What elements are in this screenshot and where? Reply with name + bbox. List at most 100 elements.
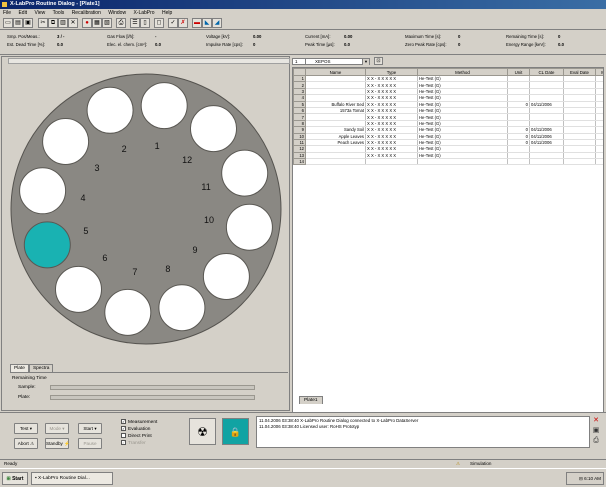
standby-button-label: Standby <box>46 441 63 446</box>
start-button[interactable]: Start ▾ <box>78 423 102 434</box>
stop-icon[interactable]: ● <box>82 18 92 28</box>
table-cell[interactable] <box>365 158 418 166</box>
info-value: 0 <box>458 34 461 39</box>
sample-well-3[interactable] <box>42 118 90 165</box>
info-value: 0 <box>253 42 256 47</box>
sample-well-6[interactable] <box>55 265 102 313</box>
table-cell[interactable] <box>417 158 508 166</box>
sample-well-7[interactable] <box>104 288 152 336</box>
new-icon[interactable]: ▭ <box>3 18 13 28</box>
column-header[interactable]: CL Date <box>529 68 564 76</box>
sample-well-11[interactable] <box>221 149 269 197</box>
table-cell[interactable] <box>507 158 530 166</box>
column-header[interactable]: Name <box>305 68 366 76</box>
table-icon[interactable]: ▦ <box>92 18 102 28</box>
save-icon[interactable]: ▣ <box>23 18 33 28</box>
chevron-down-icon[interactable]: ▼ <box>362 59 369 65</box>
toolbar: ▭ ▤ ▣ ✂ ⧉ ▥ ✕ ● ▦ ▧ ⎙ ☰ ▯ ◻ ✓ ✗ ▬ ◣ ◢ <box>0 17 606 30</box>
spectrum-icon[interactable]: ◣ <box>202 18 212 28</box>
control-panel: Test ▾ Mode ▾ Start ▾ Abort ⚠ Standby ⚡ … <box>0 412 606 459</box>
menu-tools[interactable]: Tools <box>50 9 68 17</box>
sample-progress-bar <box>50 385 255 390</box>
paste-icon[interactable]: ▥ <box>58 18 68 28</box>
column-header[interactable]: Eval Date <box>563 68 596 76</box>
info-value: 0.0 <box>155 42 161 47</box>
sample-well-12[interactable] <box>190 105 237 153</box>
grid-icon[interactable]: ▧ <box>102 18 112 28</box>
menu-xlabpro[interactable]: X-LabPro <box>130 9 157 17</box>
status-bar: Ready ⚠ Simulation <box>0 459 606 467</box>
copy-icon[interactable]: ⧉ <box>48 18 58 28</box>
window-icon[interactable]: ◻ <box>154 18 164 28</box>
sample-well-4[interactable] <box>19 167 67 215</box>
test-button[interactable]: Test ▾ <box>14 423 38 434</box>
column-header[interactable]: Unit <box>507 68 530 76</box>
column-header[interactable]: Type <box>365 68 418 76</box>
chart-icon[interactable]: ▬ <box>192 18 202 28</box>
column-header[interactable]: Meas. Ti <box>595 68 603 76</box>
lock-button[interactable]: 🔒 <box>222 418 249 445</box>
menu-view[interactable]: View <box>31 9 48 17</box>
remaining-time-group: Remaining Time Sample: Plate: <box>10 372 288 406</box>
standby-button[interactable]: Standby ⚡ <box>45 438 70 449</box>
info-value: 0.00 <box>253 34 262 39</box>
mode-button[interactable]: Mode ▾ <box>45 423 69 434</box>
table-cell[interactable] <box>563 158 596 166</box>
row-header[interactable]: 14 <box>293 158 306 166</box>
method-select[interactable]: 1 XEPOS ▼ <box>292 58 370 65</box>
direct-print-checkbox[interactable]: Direct Print <box>121 433 152 440</box>
sample-well-8[interactable] <box>158 284 206 332</box>
network-icon[interactable]: ⊟ <box>579 476 583 481</box>
tab-plate1[interactable]: Plate1 <box>299 396 323 404</box>
cut-icon[interactable]: ✂ <box>38 18 48 28</box>
log-line: 11.04.2006 03:38:40 Licensed user: RoHS … <box>259 423 360 429</box>
list-icon[interactable]: ☰ <box>130 18 140 28</box>
sample-well-1[interactable] <box>140 82 188 130</box>
status-simulation: Simulation <box>470 461 492 466</box>
info-value: 0 <box>458 42 461 47</box>
column-header[interactable]: Method <box>417 68 508 76</box>
print-icon[interactable]: ⎙ <box>116 18 126 28</box>
abort-button[interactable]: Abort ⚠ <box>14 438 38 449</box>
menu-help[interactable]: Help <box>159 9 175 17</box>
sample-well-9[interactable] <box>202 253 250 300</box>
table-cell[interactable] <box>529 158 564 166</box>
well-number-label: 4 <box>80 193 85 203</box>
cancel-icon[interactable]: ✗ <box>178 18 188 28</box>
document-icon[interactable]: ▯ <box>140 18 150 28</box>
evaluation-checkbox[interactable]: ✓ Evaluation <box>121 426 150 433</box>
transfer-checkbox-label: Transfer <box>128 440 146 446</box>
print-log-icon[interactable]: ⎙ <box>592 437 600 445</box>
table-row[interactable]: 14 <box>293 158 603 166</box>
menu-file[interactable]: File <box>0 9 14 17</box>
sample-well-5[interactable] <box>23 221 71 269</box>
tab-spectra[interactable]: Spectra <box>28 364 54 372</box>
menu-window[interactable]: Window <box>105 9 129 17</box>
menu-edit[interactable]: Edit <box>15 9 30 17</box>
pause-button[interactable]: Pause <box>78 438 102 449</box>
open-icon[interactable]: ▤ <box>13 18 23 28</box>
start-menu-button[interactable]: ⊞ Start <box>2 472 28 485</box>
graph-icon[interactable]: ◢ <box>212 18 222 28</box>
delete-icon[interactable]: ✕ <box>68 18 78 28</box>
transfer-checkbox[interactable]: ✓ Transfer <box>121 440 146 447</box>
column-header[interactable] <box>293 68 306 76</box>
clear-log-icon[interactable]: ✕ <box>592 417 600 425</box>
table-cell[interactable] <box>595 158 603 166</box>
sample-table: NameTypeMethodUnitCL DateEval DateMeas. … <box>292 67 604 441</box>
log-tools: ✕ ▣ ⎙ <box>592 417 602 449</box>
measurement-checkbox[interactable]: ✓ Measurement <box>121 419 157 426</box>
sample-well-2[interactable] <box>86 86 134 134</box>
check-icon[interactable]: ✓ <box>168 18 178 28</box>
taskbar-item[interactable]: ▪ X-LabPro Routine Dial... <box>31 472 113 485</box>
sample-well-10[interactable] <box>225 203 273 251</box>
properties-icon[interactable]: ⊡ <box>374 57 383 65</box>
tab-plate[interactable]: Plate <box>10 364 29 372</box>
plate-number-field[interactable]: 1 <box>294 59 306 65</box>
table-cell[interactable] <box>305 158 366 166</box>
save-log-icon[interactable]: ▣ <box>592 427 600 435</box>
radiation-button[interactable]: ☢ <box>189 418 216 445</box>
menu-recalibration[interactable]: Recalibration <box>69 9 104 17</box>
info-label: Est. Dead Time [%]: <box>7 42 45 47</box>
measurement-checkbox-label: Measurement <box>128 419 158 425</box>
